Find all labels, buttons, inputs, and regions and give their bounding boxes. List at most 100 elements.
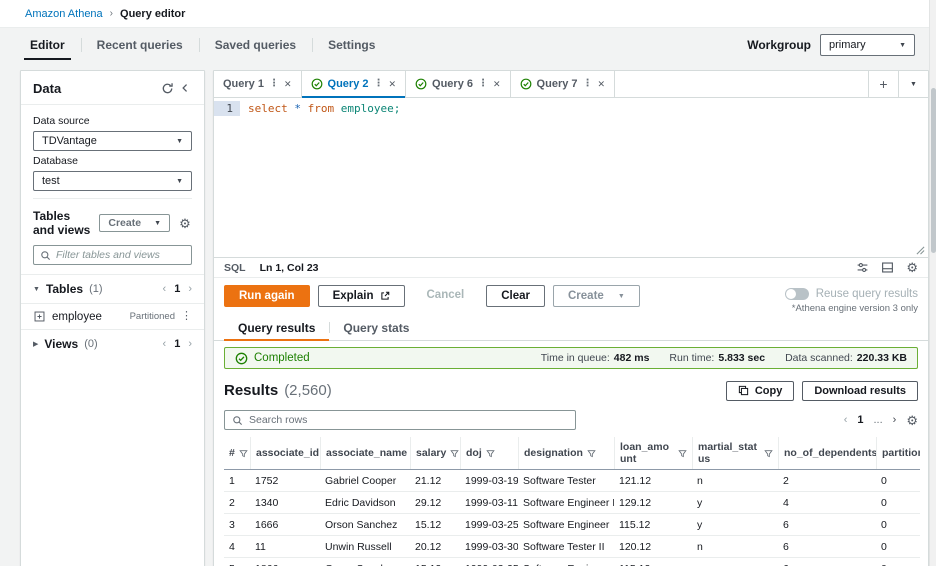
athena-query-editor-page: Amazon Athena › Query editor Editor Rece… bbox=[0, 0, 936, 566]
prev-page-icon[interactable]: ‹ bbox=[844, 414, 848, 426]
search-icon bbox=[40, 250, 51, 261]
explain-button[interactable]: Explain bbox=[317, 285, 405, 307]
column-header[interactable]: martial_status bbox=[692, 437, 778, 470]
success-icon bbox=[415, 78, 427, 90]
tab-editor[interactable]: Editor bbox=[14, 28, 81, 62]
query-tab-1[interactable]: Query 1 ⋮ ✕ bbox=[214, 71, 302, 97]
close-icon[interactable]: ✕ bbox=[284, 79, 292, 90]
next-page-icon[interactable]: › bbox=[188, 283, 192, 295]
column-header[interactable]: loan_amount bbox=[614, 437, 692, 470]
gear-icon[interactable]: ⚙ bbox=[176, 215, 194, 231]
add-query-tab-button[interactable]: + bbox=[868, 71, 898, 97]
filter-icon[interactable] bbox=[450, 449, 460, 458]
tables-page-number: 1 bbox=[174, 283, 181, 295]
cell: Gabriel Cooper bbox=[325, 474, 397, 487]
time-in-queue-stat: Time in queue: 482 ms bbox=[540, 352, 650, 364]
prev-page-icon[interactable]: ‹ bbox=[163, 283, 167, 295]
next-page-icon[interactable]: › bbox=[188, 338, 192, 350]
expand-table-icon[interactable] bbox=[33, 310, 46, 323]
tab-settings[interactable]: Settings bbox=[312, 28, 391, 62]
clear-button[interactable]: Clear bbox=[486, 285, 545, 307]
filter-icon[interactable] bbox=[239, 449, 248, 458]
explain-label: Explain bbox=[332, 290, 374, 302]
close-icon[interactable]: ✕ bbox=[388, 79, 396, 90]
editor-preferences-icon[interactable] bbox=[856, 261, 869, 274]
table-name[interactable]: employee bbox=[52, 311, 102, 323]
kebab-menu-icon[interactable]: ⋮ bbox=[583, 79, 593, 89]
table-row[interactable]: 2 1340 Edric Davidson 29.12 1999-03-11 S… bbox=[224, 492, 920, 515]
resize-handle-icon[interactable] bbox=[916, 246, 925, 255]
collapse-panel-icon[interactable] bbox=[176, 80, 194, 96]
table-row[interactable]: 3 1666 Orson Sanchez 15.12 1999-03-25 So… bbox=[224, 514, 920, 537]
refresh-icon[interactable] bbox=[158, 80, 176, 96]
query-tab-2[interactable]: Query 2 ⋮ ✕ bbox=[301, 71, 407, 98]
kebab-menu-icon[interactable]: ⋮ bbox=[373, 79, 383, 89]
filter-tables-input[interactable] bbox=[56, 249, 185, 261]
data-source-select[interactable]: TDVantage ▼ bbox=[33, 131, 192, 151]
views-section-row[interactable]: ▶ Views (0) ‹ 1 › bbox=[21, 329, 204, 358]
column-header[interactable]: salary bbox=[410, 437, 460, 470]
query-tab-list-button[interactable]: ▼ bbox=[898, 71, 928, 97]
status-text: Completed bbox=[254, 352, 310, 364]
breadcrumb-amazon-athena[interactable]: Amazon Athena bbox=[25, 8, 103, 20]
filter-icon[interactable] bbox=[486, 449, 495, 458]
cell: n bbox=[697, 474, 703, 487]
sql-editor[interactable]: 1 select * from employee; bbox=[214, 98, 928, 258]
tab-saved-queries[interactable]: Saved queries bbox=[198, 28, 312, 62]
column-header[interactable]: doj bbox=[460, 437, 518, 470]
kebab-menu-icon[interactable]: ⋮ bbox=[181, 311, 192, 322]
cell: 6 bbox=[783, 540, 789, 553]
gear-icon[interactable]: ⚙ bbox=[906, 261, 918, 274]
cancel-button[interactable]: Cancel bbox=[413, 285, 479, 305]
search-rows-input[interactable] bbox=[249, 414, 568, 426]
copy-button[interactable]: Copy bbox=[725, 380, 795, 401]
sql-operator: * bbox=[294, 102, 301, 115]
column-header[interactable]: partition bbox=[876, 437, 920, 470]
prev-page-icon[interactable]: ‹ bbox=[163, 338, 167, 350]
scrollbar-thumb[interactable] bbox=[931, 88, 936, 253]
kebab-menu-icon[interactable]: ⋮ bbox=[478, 79, 488, 89]
close-icon[interactable]: ✕ bbox=[598, 79, 606, 90]
column-header[interactable]: designation bbox=[518, 437, 614, 470]
cell: 4 bbox=[783, 496, 789, 509]
query-tab-6[interactable]: Query 6 ⋮ ✕ bbox=[406, 71, 511, 97]
cell: 0 bbox=[881, 474, 887, 487]
table-row[interactable]: 5 1866 Orson Sanchez 15.12 1999-03-25 So… bbox=[224, 558, 920, 566]
tab-query-results[interactable]: Query results bbox=[224, 315, 330, 341]
filter-icon[interactable] bbox=[678, 449, 687, 458]
table-row[interactable]: 4 11 Unwin Russell 20.12 1999-03-30 Soft… bbox=[224, 536, 920, 559]
workgroup-select[interactable]: primary ▼ bbox=[820, 34, 915, 56]
gear-icon[interactable]: ⚙ bbox=[906, 414, 918, 427]
tab-recent-queries[interactable]: Recent queries bbox=[80, 28, 199, 62]
column-header[interactable]: associate_name bbox=[320, 437, 410, 470]
views-section-label: Views bbox=[44, 337, 79, 351]
create-button[interactable]: Create ▼ bbox=[99, 214, 170, 232]
filter-icon[interactable] bbox=[764, 449, 773, 458]
sql-keyword: select bbox=[248, 102, 288, 115]
download-results-button[interactable]: Download results bbox=[802, 380, 918, 401]
filter-icon[interactable] bbox=[587, 449, 596, 458]
table-row[interactable]: 1 1752 Gabriel Cooper 21.12 1999-03-19 S… bbox=[224, 470, 920, 493]
next-page-icon[interactable]: › bbox=[893, 414, 897, 426]
tab-query-stats[interactable]: Query stats bbox=[329, 315, 423, 340]
column-header[interactable]: associate_id bbox=[250, 437, 320, 470]
query-tab-7[interactable]: Query 7 ⋮ ✕ bbox=[511, 71, 616, 97]
database-select[interactable]: test ▼ bbox=[33, 171, 192, 191]
column-header[interactable]: no_of_dependents bbox=[778, 437, 876, 470]
close-icon[interactable]: ✕ bbox=[493, 79, 501, 90]
editor-code-line[interactable]: select * from employee; bbox=[240, 98, 408, 257]
vertical-scrollbar[interactable] bbox=[929, 0, 936, 566]
split-view-icon[interactable] bbox=[881, 261, 894, 274]
create-dropdown-button[interactable]: Create ▼ bbox=[553, 285, 640, 307]
cell: Software Engineer II bbox=[523, 496, 614, 509]
table-item-employee[interactable]: employee Partitioned ⋮ bbox=[21, 303, 204, 329]
reuse-results-toggle[interactable] bbox=[784, 288, 809, 300]
run-again-button[interactable]: Run again bbox=[224, 285, 310, 307]
kebab-menu-icon[interactable]: ⋮ bbox=[269, 79, 279, 89]
cursor-position: Ln 1, Col 23 bbox=[259, 261, 319, 274]
cell: Software Engineer bbox=[518, 558, 614, 566]
column-header[interactable]: # bbox=[224, 437, 250, 469]
current-page-number[interactable]: 1 bbox=[857, 414, 863, 426]
tables-section-row[interactable]: ▼ Tables (1) ‹ 1 › bbox=[21, 274, 204, 303]
external-link-icon bbox=[380, 291, 390, 301]
